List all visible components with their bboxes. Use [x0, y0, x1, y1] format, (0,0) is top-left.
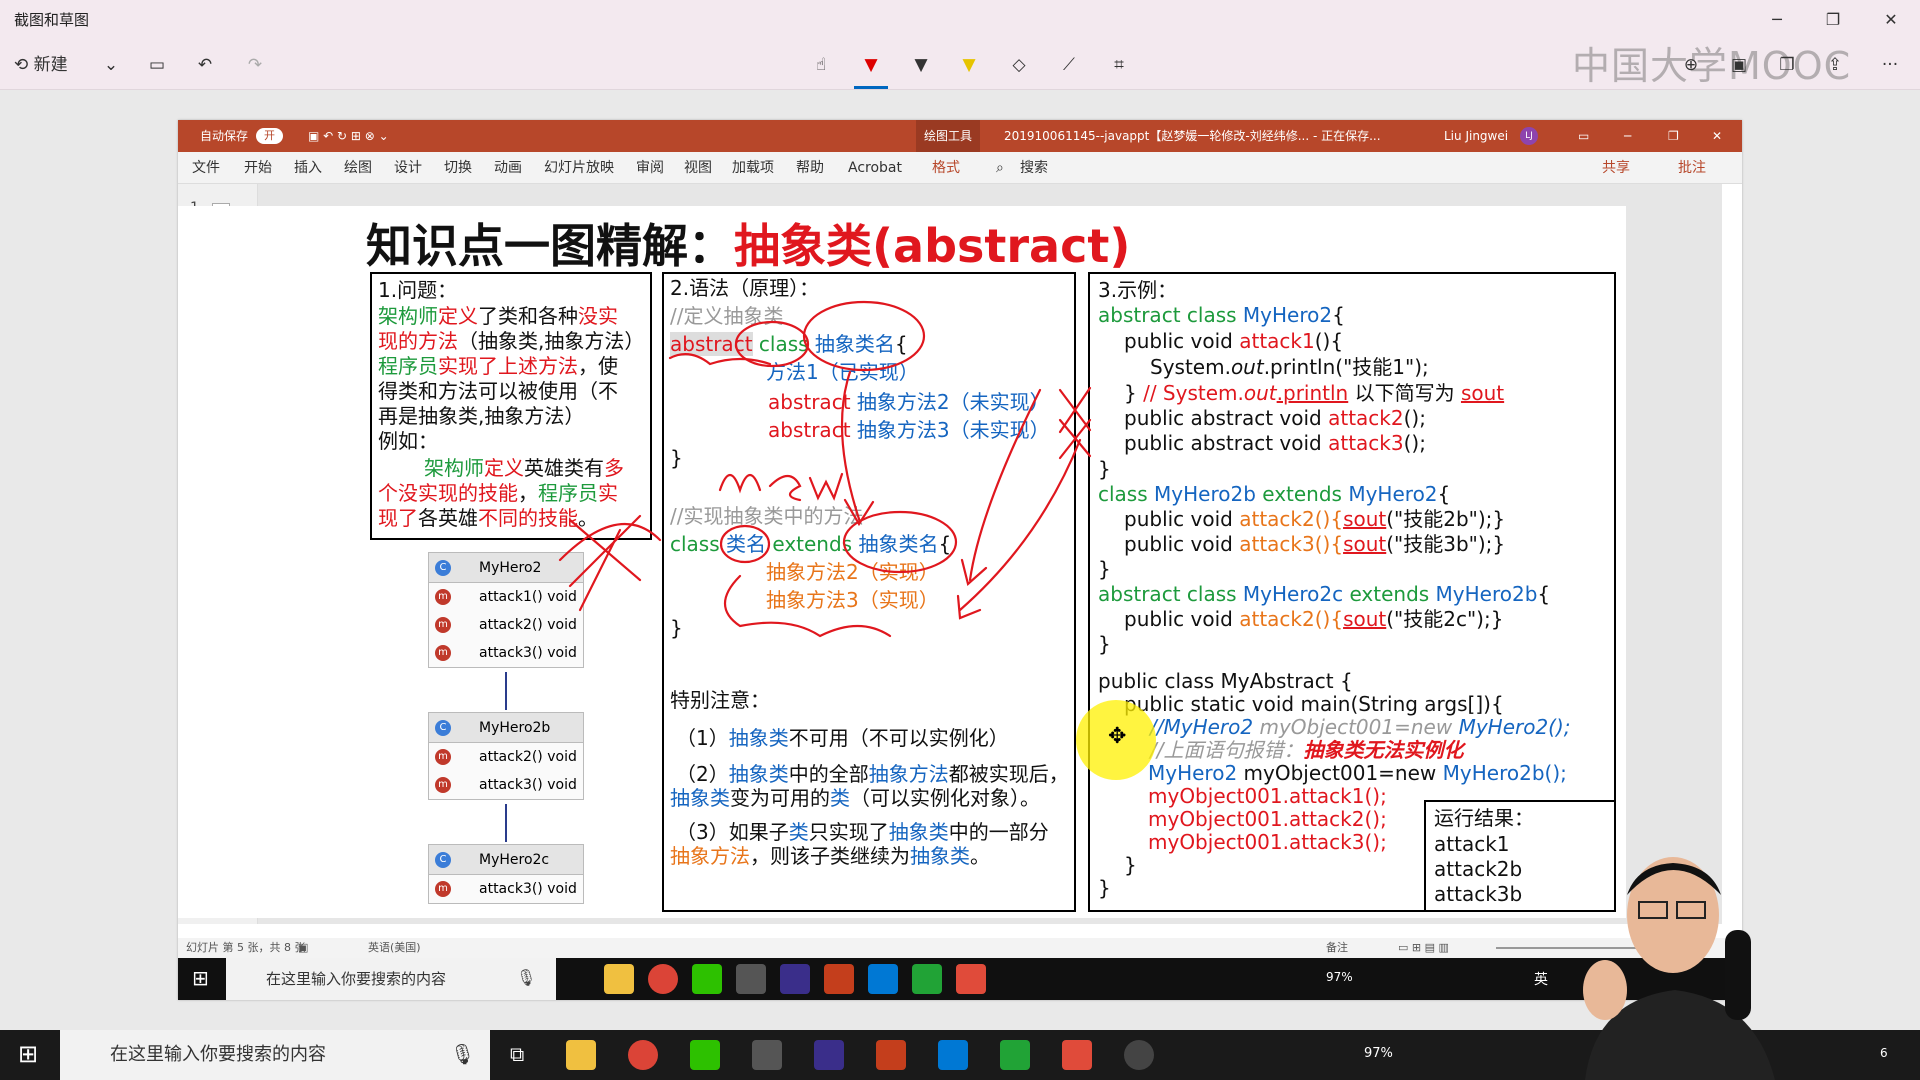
- chrome-icon[interactable]: [648, 964, 678, 994]
- view-buttons[interactable]: ▭ ⊞ ▤ ▥: [1398, 938, 1449, 958]
- ink-arrow: [840, 370, 875, 527]
- powerpoint-icon[interactable]: [824, 964, 854, 994]
- inner-search-box[interactable]: 在这里输入你要搜索的内容: [226, 958, 556, 1000]
- intellij-icon[interactable]: [814, 1040, 844, 1070]
- inner-taskbar: ⊞ 在这里输入你要搜索的内容 🎙 97% 英: [178, 958, 1742, 1000]
- powerpoint-icon[interactable]: [876, 1040, 906, 1070]
- windows-start-icon[interactable]: ⊞: [192, 966, 209, 990]
- file-explorer-icon[interactable]: [604, 964, 634, 994]
- language-indicator[interactable]: 英语(美国): [368, 938, 421, 958]
- ink-circle: [802, 300, 926, 372]
- ink-circle: [719, 524, 771, 564]
- battery-indicator[interactable]: 97%: [1326, 970, 1353, 984]
- battery-indicator[interactable]: 97%: [1364, 1046, 1393, 1061]
- snip-sketch-icon[interactable]: [1124, 1040, 1154, 1070]
- presenter-video: [1583, 857, 1775, 1080]
- ink-scribble: [724, 574, 892, 638]
- recorder-icon[interactable]: [1062, 1040, 1092, 1070]
- app-icon[interactable]: [938, 1040, 968, 1070]
- settings-icon[interactable]: [752, 1040, 782, 1070]
- intellij-icon[interactable]: [780, 964, 810, 994]
- slide-counter: 幻灯片 第 5 张，共 8 张: [186, 941, 306, 954]
- ink-arrow: [960, 388, 1042, 587]
- ink-arrow: [956, 438, 1082, 620]
- spellcheck-icon[interactable]: ▣: [298, 938, 308, 958]
- ink-cross: [1058, 386, 1092, 460]
- wechat-icon[interactable]: [692, 964, 722, 994]
- ink-circle: [842, 510, 958, 574]
- mic-icon[interactable]: 🎙: [450, 1042, 475, 1066]
- notes-button[interactable]: 备注: [1326, 938, 1348, 958]
- ink-new: [718, 472, 844, 502]
- taskbar-search-box[interactable]: 在这里输入你要搜索的内容: [60, 1030, 490, 1080]
- ime-indicator[interactable]: 英: [1534, 969, 1548, 989]
- app-icon[interactable]: [868, 964, 898, 994]
- camtasia-icon[interactable]: [912, 964, 942, 994]
- mic-icon[interactable]: 🎙: [516, 968, 536, 987]
- notification-count[interactable]: 6: [1880, 1046, 1888, 1060]
- settings-icon[interactable]: [736, 964, 766, 994]
- windows-start-icon[interactable]: ⊞: [18, 1040, 38, 1068]
- wechat-icon[interactable]: [690, 1040, 720, 1070]
- recorder-icon[interactable]: [956, 964, 986, 994]
- ppt-status-bar: 幻灯片 第 5 张，共 8 张 ▣ 英语(美国) 备注 ▭ ⊞ ▤ ▥: [178, 938, 1742, 958]
- file-explorer-icon[interactable]: [566, 1040, 596, 1070]
- task-view-icon[interactable]: ⧉: [510, 1042, 524, 1066]
- camtasia-icon[interactable]: [1000, 1040, 1030, 1070]
- chrome-icon[interactable]: [628, 1040, 658, 1070]
- move-cursor-icon: ✥: [1108, 724, 1127, 749]
